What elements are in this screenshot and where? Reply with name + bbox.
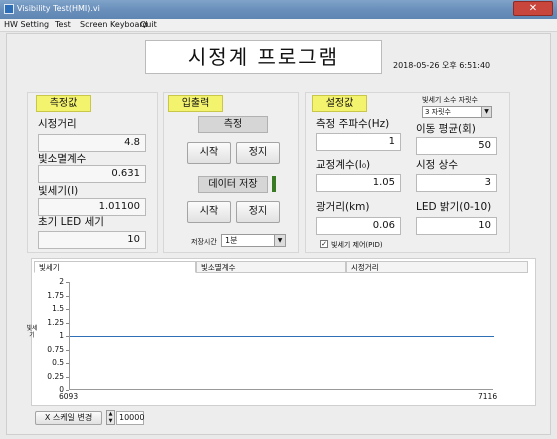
moving-avg-input[interactable]: 50 [416, 137, 497, 155]
tab-extinction[interactable]: 빛소멸계수 [196, 261, 346, 273]
y-tick-label: 1.25 [47, 317, 64, 327]
freq-input[interactable]: 1 [316, 133, 401, 151]
settings-heading: 설정값 [312, 95, 367, 112]
tab-light-intensity[interactable]: 빛세기 [34, 261, 196, 273]
y-tick-label: 2 [59, 277, 64, 286]
path-length-label: 광거리(km) [316, 201, 370, 213]
save-start-button[interactable]: 시작 [187, 201, 231, 223]
pid-checkbox[interactable]: ✓ [320, 240, 328, 248]
series-line [70, 336, 494, 337]
freq-label: 측정 주파수(Hz) [316, 118, 390, 130]
close-button[interactable]: ✕ [513, 1, 553, 16]
chevron-down-icon: ▼ [274, 235, 285, 246]
visibility-const-input[interactable]: 3 [416, 174, 497, 192]
x-scale-input[interactable]: 10000 [116, 411, 144, 425]
light-intensity-label: 빛세기(I) [38, 185, 79, 197]
app-icon [4, 4, 14, 14]
path-length-input[interactable]: 0.06 [316, 217, 401, 235]
extinction-coeff-label: 빛소멸계수 [38, 153, 87, 165]
visibility-distance-value: 4.8 [38, 134, 146, 152]
save-stop-button[interactable]: 정지 [236, 201, 280, 223]
visibility-distance-label: 시정거리 [38, 118, 77, 130]
save-time-value: 1분 [225, 236, 238, 245]
calibration-input[interactable]: 1.05 [316, 174, 401, 192]
menu-hw-setting[interactable]: HW Setting [4, 20, 49, 29]
tab-visibility[interactable]: 시정거리 [346, 261, 528, 273]
extinction-coeff-value: 0.631 [38, 165, 146, 183]
y-axis-label: 빛세기 [26, 325, 38, 339]
led-brightness-input[interactable]: 10 [416, 217, 497, 235]
calibration-label: 교정계수(I₀) [316, 159, 371, 171]
save-time-select[interactable]: 1분 ▼ [221, 234, 286, 247]
program-title: 시정계 프로그램 [145, 40, 382, 74]
datetime-display: 2018-05-26 오후 6:51:40 [393, 61, 491, 70]
y-tick-label: 0.5 [52, 358, 64, 367]
data-save-bar: 데이터 저장 [198, 176, 268, 193]
y-tick-label: 0.75 [47, 344, 64, 354]
save-indicator-led [272, 176, 276, 192]
decimal-places-label: 빛세기 소수 자릿수 [422, 96, 478, 104]
x-scale-spinner[interactable]: ▲ ▼ [106, 410, 115, 425]
y-tick-label: 1 [59, 331, 64, 340]
measure-status-bar: 측정 [198, 116, 268, 133]
initial-led-value: 10 [38, 231, 146, 249]
save-time-label: 저장시간 [191, 238, 217, 246]
decimal-places-select[interactable]: 3 자릿수 ▼ [422, 106, 492, 118]
menu-quit[interactable]: Quit [140, 20, 157, 29]
measure-stop-button[interactable]: 정지 [236, 142, 280, 164]
y-tick-label: 1.5 [52, 304, 64, 313]
chevron-down-icon: ▼ [481, 107, 491, 117]
visibility-const-label: 시정 상수 [416, 159, 458, 171]
measure-heading: 측정값 [36, 95, 91, 112]
led-brightness-label: LED 밝기(0-10) [416, 201, 492, 213]
io-heading: 입출력 [168, 95, 223, 112]
x-start-label: 6093 [59, 392, 79, 401]
menu-bar: HW Setting Test Screen Keyboard Quit [0, 19, 557, 32]
menu-test[interactable]: Test [55, 20, 71, 29]
y-tick-mark [66, 390, 69, 391]
initial-led-label: 초기 LED 세기 [38, 216, 104, 228]
y-tick-label: 0.25 [47, 371, 64, 381]
y-tick-label: 1.75 [47, 290, 64, 300]
plot-area [69, 282, 494, 390]
menu-screen-keyboard[interactable]: Screen Keyboard [80, 20, 148, 29]
pid-label: 빛세기 제어(PID) [331, 241, 383, 249]
moving-avg-label: 이동 평균(회) [416, 123, 476, 135]
x-scale-button[interactable]: X 스케일 변경 [35, 411, 102, 425]
x-end-label: 7116 [478, 392, 498, 401]
decimal-places-value: 3 자릿수 [425, 108, 451, 116]
measure-start-button[interactable]: 시작 [187, 142, 231, 164]
window-title: Visibility Test(HMI).vi [17, 4, 100, 13]
